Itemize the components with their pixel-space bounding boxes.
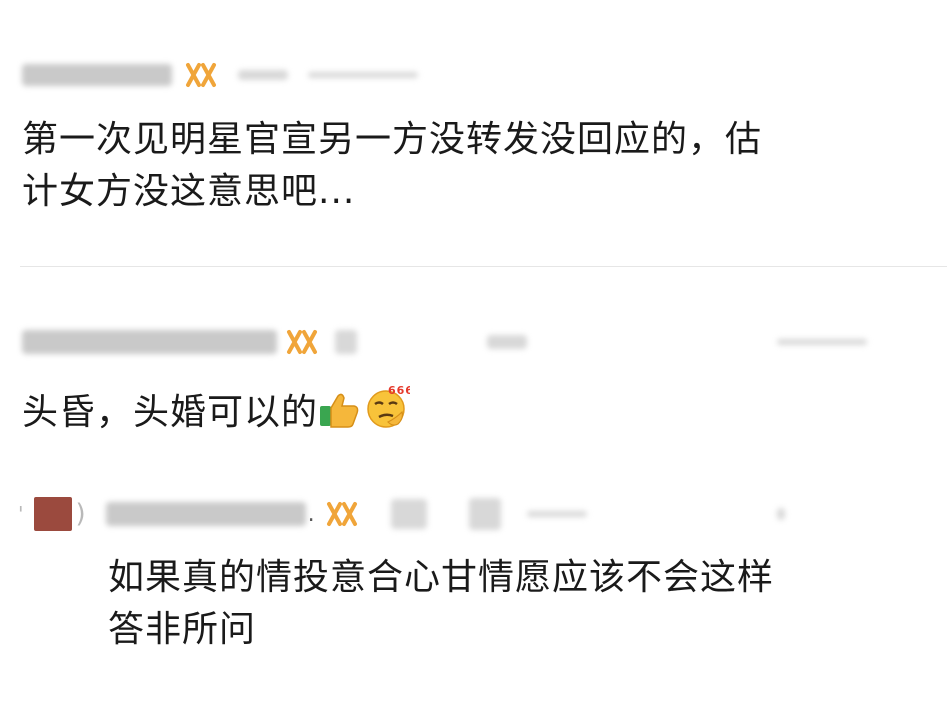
like-icon-blurred[interactable] bbox=[776, 508, 785, 520]
time-blurred bbox=[468, 498, 501, 530]
location-blurred bbox=[335, 330, 357, 354]
time-blurred bbox=[308, 72, 418, 78]
comment-2-meta bbox=[22, 322, 867, 362]
vip-badge-icon bbox=[326, 502, 357, 526]
comment-text: 第一次见明星官宣另一方没转发没回应的，估 计女方没这意思吧... bbox=[22, 119, 763, 212]
time-blurred-2 bbox=[526, 511, 587, 517]
comment-text: 头昏，头婚可以的 666 bbox=[22, 382, 413, 445]
vip-badge-icon bbox=[287, 330, 317, 354]
username-blurred[interactable] bbox=[105, 502, 306, 526]
time-blurred bbox=[487, 335, 527, 349]
reply-text: 如果真的情投意合心甘情愿应该不会这样 答非所问 bbox=[108, 557, 775, 650]
avatar-edge: ) bbox=[75, 499, 86, 529]
avatar[interactable] bbox=[33, 497, 72, 531]
username-blurred[interactable] bbox=[22, 330, 277, 354]
reply-indent-mark: ' bbox=[18, 502, 24, 526]
username-dot: . bbox=[307, 501, 315, 527]
vip-badge-icon bbox=[186, 63, 216, 87]
divider bbox=[20, 266, 947, 267]
location-blurred bbox=[390, 499, 427, 529]
like-count-blurred[interactable] bbox=[777, 339, 867, 345]
svg-text:666: 666 bbox=[388, 384, 410, 397]
666-face-icon: 666 bbox=[362, 382, 413, 445]
reply-meta: ' ) . bbox=[18, 494, 785, 534]
thumbs-up-icon bbox=[318, 390, 362, 445]
location-blurred bbox=[238, 70, 288, 80]
username-blurred[interactable] bbox=[22, 64, 172, 86]
comment-1-meta bbox=[22, 55, 418, 95]
